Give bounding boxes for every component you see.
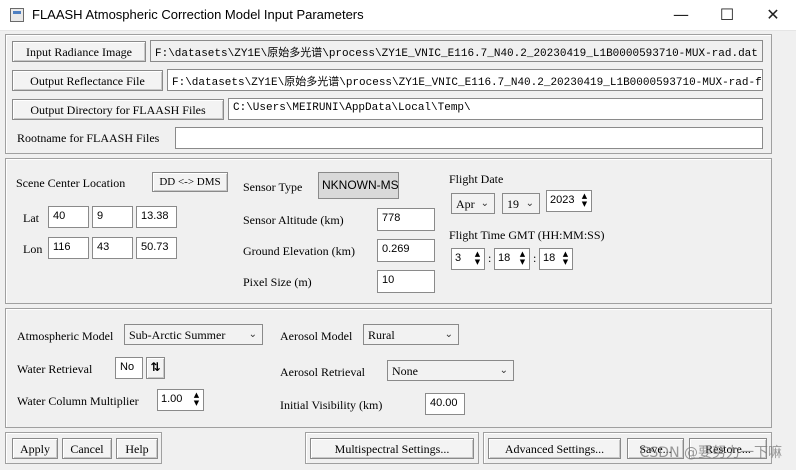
time-separator: : xyxy=(533,251,537,265)
sensor-type-button[interactable]: NKNOWN-MS xyxy=(318,172,399,199)
water-retrieval-value: No xyxy=(115,357,143,379)
lon-degrees-field[interactable]: 116 xyxy=(48,237,89,259)
watermark: CSDN @要努力一下嘛 xyxy=(639,445,782,461)
chevron-down-icon: ⌄ xyxy=(444,329,453,340)
close-button[interactable]: ✕ xyxy=(750,0,796,30)
lat-seconds-field[interactable]: 13.38 xyxy=(136,206,177,228)
aerosol-retrieval-label: Aerosol Retrieval xyxy=(280,365,365,379)
rootname-label: Rootname for FLAASH Files xyxy=(17,131,160,145)
multispectral-settings-button[interactable]: Multispectral Settings... xyxy=(310,438,474,459)
atmospheric-model-dropdown[interactable]: Sub-Arctic Summer ⌄ xyxy=(124,324,263,345)
sensor-type-label: Sensor Type xyxy=(243,180,303,194)
second-spinner[interactable]: 18 ▲ ▼ xyxy=(539,248,573,270)
hour-spinner[interactable]: 3 ▲ ▼ xyxy=(451,248,485,270)
spinner-arrows-icon[interactable]: ▲ ▼ xyxy=(517,250,528,268)
lon-minutes-field[interactable]: 43 xyxy=(92,237,133,259)
lat-minutes-field[interactable]: 9 xyxy=(92,206,133,228)
chevron-down-icon: ⌄ xyxy=(480,198,489,209)
hour-value: 3 xyxy=(455,252,462,264)
sensor-altitude-label: Sensor Altitude (km) xyxy=(243,213,344,227)
output-directory-field[interactable]: C:\Users\MEIRUNI\AppData\Local\Temp\ xyxy=(228,98,763,120)
aerosol-model-value: Rural xyxy=(368,328,395,342)
chevron-down-icon: ⌄ xyxy=(248,329,257,340)
output-reflectance-button[interactable]: Output Reflectance File xyxy=(12,70,163,91)
day-value: 19 xyxy=(507,197,519,211)
aerosol-retrieval-value: None xyxy=(392,364,418,378)
pixel-size-label: Pixel Size (m) xyxy=(243,275,312,289)
lat-label: Lat xyxy=(23,211,39,225)
time-separator: : xyxy=(488,251,492,265)
lon-label: Lon xyxy=(23,242,43,256)
lat-degrees-field[interactable]: 40 xyxy=(48,206,89,228)
output-directory-button[interactable]: Output Directory for FLAASH Files xyxy=(12,99,224,120)
second-value: 18 xyxy=(543,252,556,264)
year-value: 2023 xyxy=(550,194,575,206)
output-reflectance-field[interactable]: F:\datasets\ZY1E\原始多光谱\process\ZY1E_VNIC… xyxy=(167,69,763,91)
minute-value: 18 xyxy=(498,252,511,264)
advanced-settings-button[interactable]: Advanced Settings... xyxy=(488,438,621,459)
flight-date-label: Flight Date xyxy=(449,172,504,186)
chevron-down-icon: ⌄ xyxy=(499,365,508,376)
rootname-field[interactable] xyxy=(175,127,763,149)
app-icon xyxy=(10,8,24,22)
scene-center-label: Scene Center Location xyxy=(16,176,126,190)
initial-visibility-label: Initial Visibility (km) xyxy=(280,398,383,412)
aerosol-model-label: Aerosol Model xyxy=(280,329,353,343)
year-spinner[interactable]: 2023 ▲ ▼ xyxy=(546,190,592,212)
atmospheric-model-value: Sub-Arctic Summer xyxy=(129,328,226,342)
water-retrieval-label: Water Retrieval xyxy=(17,362,93,376)
maximize-button[interactable]: ☐ xyxy=(704,0,750,30)
lon-seconds-field[interactable]: 50.73 xyxy=(136,237,177,259)
pixel-size-field[interactable]: 10 xyxy=(377,270,435,293)
water-retrieval-toggle-icon[interactable]: ⇅ xyxy=(146,357,165,379)
spinner-arrows-icon[interactable]: ▲ ▼ xyxy=(560,250,571,268)
spinner-arrows-icon[interactable]: ▲ ▼ xyxy=(191,391,202,409)
window-title: FLAASH Atmospheric Correction Model Inpu… xyxy=(32,7,364,22)
help-button[interactable]: Help xyxy=(116,438,158,459)
month-value: Apr xyxy=(456,197,475,211)
day-dropdown[interactable]: 19 ⌄ xyxy=(502,193,540,214)
minimize-button[interactable]: — xyxy=(658,0,704,30)
dd-dms-button[interactable]: DD <-> DMS xyxy=(152,172,228,192)
input-radiance-button[interactable]: Input Radiance Image xyxy=(12,41,146,62)
apply-button[interactable]: Apply xyxy=(12,438,58,459)
spinner-arrows-icon[interactable]: ▲ ▼ xyxy=(472,250,483,268)
aerosol-model-dropdown[interactable]: Rural ⌄ xyxy=(363,324,459,345)
cancel-button[interactable]: Cancel xyxy=(62,438,112,459)
aerosol-retrieval-dropdown[interactable]: None ⌄ xyxy=(387,360,514,381)
atmospheric-model-label: Atmospheric Model xyxy=(17,329,114,343)
chevron-down-icon: ⌄ xyxy=(525,198,534,209)
initial-visibility-field[interactable]: 40.00 xyxy=(425,393,465,415)
spinner-arrows-icon[interactable]: ▲ ▼ xyxy=(579,192,590,210)
input-radiance-field: F:\datasets\ZY1E\原始多光谱\process\ZY1E_VNIC… xyxy=(150,40,763,62)
ground-elevation-field[interactable]: 0.269 xyxy=(377,239,435,262)
flight-time-label: Flight Time GMT (HH:MM:SS) xyxy=(449,228,605,242)
ground-elevation-label: Ground Elevation (km) xyxy=(243,244,355,258)
month-dropdown[interactable]: Apr ⌄ xyxy=(451,193,495,214)
title-bar: FLAASH Atmospheric Correction Model Inpu… xyxy=(0,0,796,31)
sensor-altitude-field[interactable]: 778 xyxy=(377,208,435,231)
water-column-value: 1.00 xyxy=(161,393,183,405)
water-column-spinner[interactable]: 1.00 ▲ ▼ xyxy=(157,389,204,411)
minute-spinner[interactable]: 18 ▲ ▼ xyxy=(494,248,530,270)
water-column-label: Water Column Multiplier xyxy=(17,394,139,408)
